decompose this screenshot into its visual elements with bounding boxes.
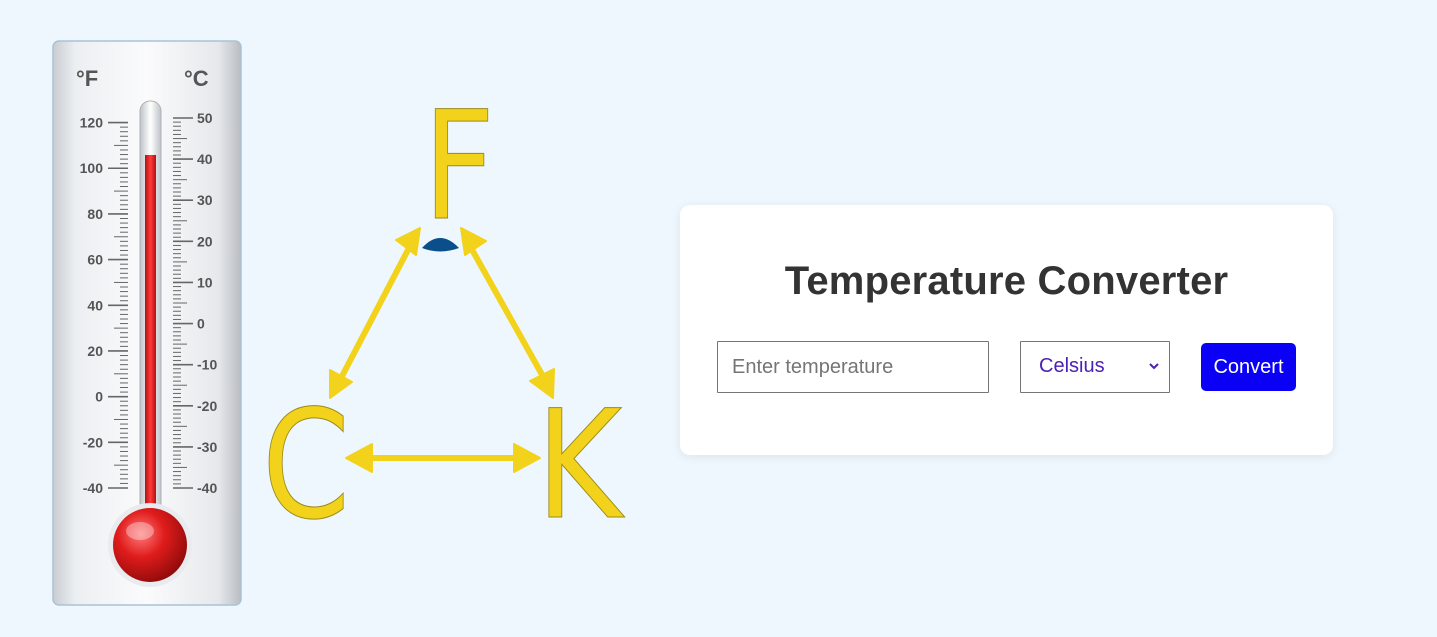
celsius-tick-label: 50 [197,110,213,126]
thermometer-bulb [113,508,187,582]
fahrenheit-tick-label: 0 [95,389,103,405]
bulb-highlight [126,522,154,540]
celsius-tick-label: 10 [197,274,213,290]
fahrenheit-tick-label: 40 [87,297,103,313]
temperature-input[interactable] [717,341,989,393]
mercury-column [145,155,156,527]
celsius-unit-label: °C [184,66,209,91]
hero-illustration: °F °C 120 100 80 60 40 20 0 -20 -40 50 40 30 20 10 0-… [0,0,650,637]
fahrenheit-tick-label: 100 [80,160,104,176]
thermometer-graphic: °F °C 120100806040200-20-40 50403020100-… [52,40,242,606]
fahrenheit-tick-label: 80 [87,206,103,222]
celsius-tick-label: -40 [197,480,217,496]
celsius-tick-label: 40 [197,151,213,167]
arrow-f-k [467,244,548,382]
fahrenheit-tick-label: 120 [80,115,104,131]
conversion-diagram: F C K [262,80,626,554]
unit-select-value: Celsius [1039,355,1105,377]
celsius-tick-label: -10 [197,357,217,373]
letter-k: K [536,379,625,553]
fahrenheit-unit-label: °F [76,66,98,91]
letter-f: F [423,80,495,254]
unit-select[interactable]: Celsius [1020,341,1170,393]
letter-c: C [262,379,350,553]
page-title: Temperature Converter [784,259,1229,303]
celsius-tick-label: 30 [197,192,213,208]
arrow-f-c [337,244,413,382]
convert-button[interactable]: Convert [1201,343,1296,391]
celsius-tick-label: 0 [197,316,205,332]
chevron-down-icon [1149,363,1159,370]
fahrenheit-tick-label: -40 [83,480,103,496]
celsius-tick-label: -20 [197,398,217,414]
hero-svg: °F °C 120100806040200-20-40 50403020100-… [52,40,626,606]
fahrenheit-tick-label: -20 [83,434,103,450]
fahrenheit-tick-label: 60 [87,252,103,268]
fahrenheit-tick-label: 20 [87,343,103,359]
converter-card: Temperature Converter Celsius Convert [680,205,1333,455]
celsius-tick-label: -30 [197,439,217,455]
celsius-tick-label: 20 [197,233,213,249]
